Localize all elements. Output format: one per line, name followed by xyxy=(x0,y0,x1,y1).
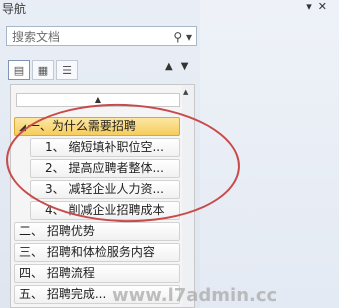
search-placeholder: 搜索文档 xyxy=(12,30,61,44)
search-options-icon[interactable]: ▾ xyxy=(186,30,192,44)
nav-arrows: ▲▼ xyxy=(165,61,196,72)
previous-heading-icon[interactable]: ▲ xyxy=(165,61,181,72)
search-icon[interactable]: ⚲ xyxy=(173,30,182,44)
headings-view-tab[interactable]: ▤ xyxy=(8,60,30,80)
pages-view-tab[interactable]: ▦ xyxy=(32,60,54,80)
tree-item-4[interactable]: 四、 招聘流程 xyxy=(14,264,180,283)
tree-item-label: 三、 招聘和体检服务内容 xyxy=(19,245,155,259)
watermark-text: www.l7admin.cc xyxy=(112,285,278,306)
results-view-tab[interactable]: ☰ xyxy=(56,60,78,80)
pane-controls[interactable]: ▾✕ xyxy=(306,0,333,13)
tree-item-label: 四、 招聘流程 xyxy=(19,266,95,280)
pane-title: 导航 xyxy=(2,2,27,16)
next-heading-icon[interactable]: ▼ xyxy=(181,61,197,72)
scroll-up-icon[interactable]: ▲ xyxy=(183,88,188,96)
tree-item-label: 二、 招聘优势 xyxy=(19,224,95,238)
search-input[interactable]: 搜索文档 ⚲ ▾ xyxy=(6,26,197,46)
tree-item-2[interactable]: 二、 招聘优势 xyxy=(14,222,180,241)
tree-item-label: 五、 招聘完成... xyxy=(19,287,107,301)
dropdown-icon[interactable]: ▾ xyxy=(306,0,318,13)
close-icon[interactable]: ✕ xyxy=(318,0,333,13)
view-tabs: ▤ ▦ ☰ xyxy=(8,60,78,80)
tree-item-3[interactable]: 三、 招聘和体检服务内容 xyxy=(14,243,180,262)
